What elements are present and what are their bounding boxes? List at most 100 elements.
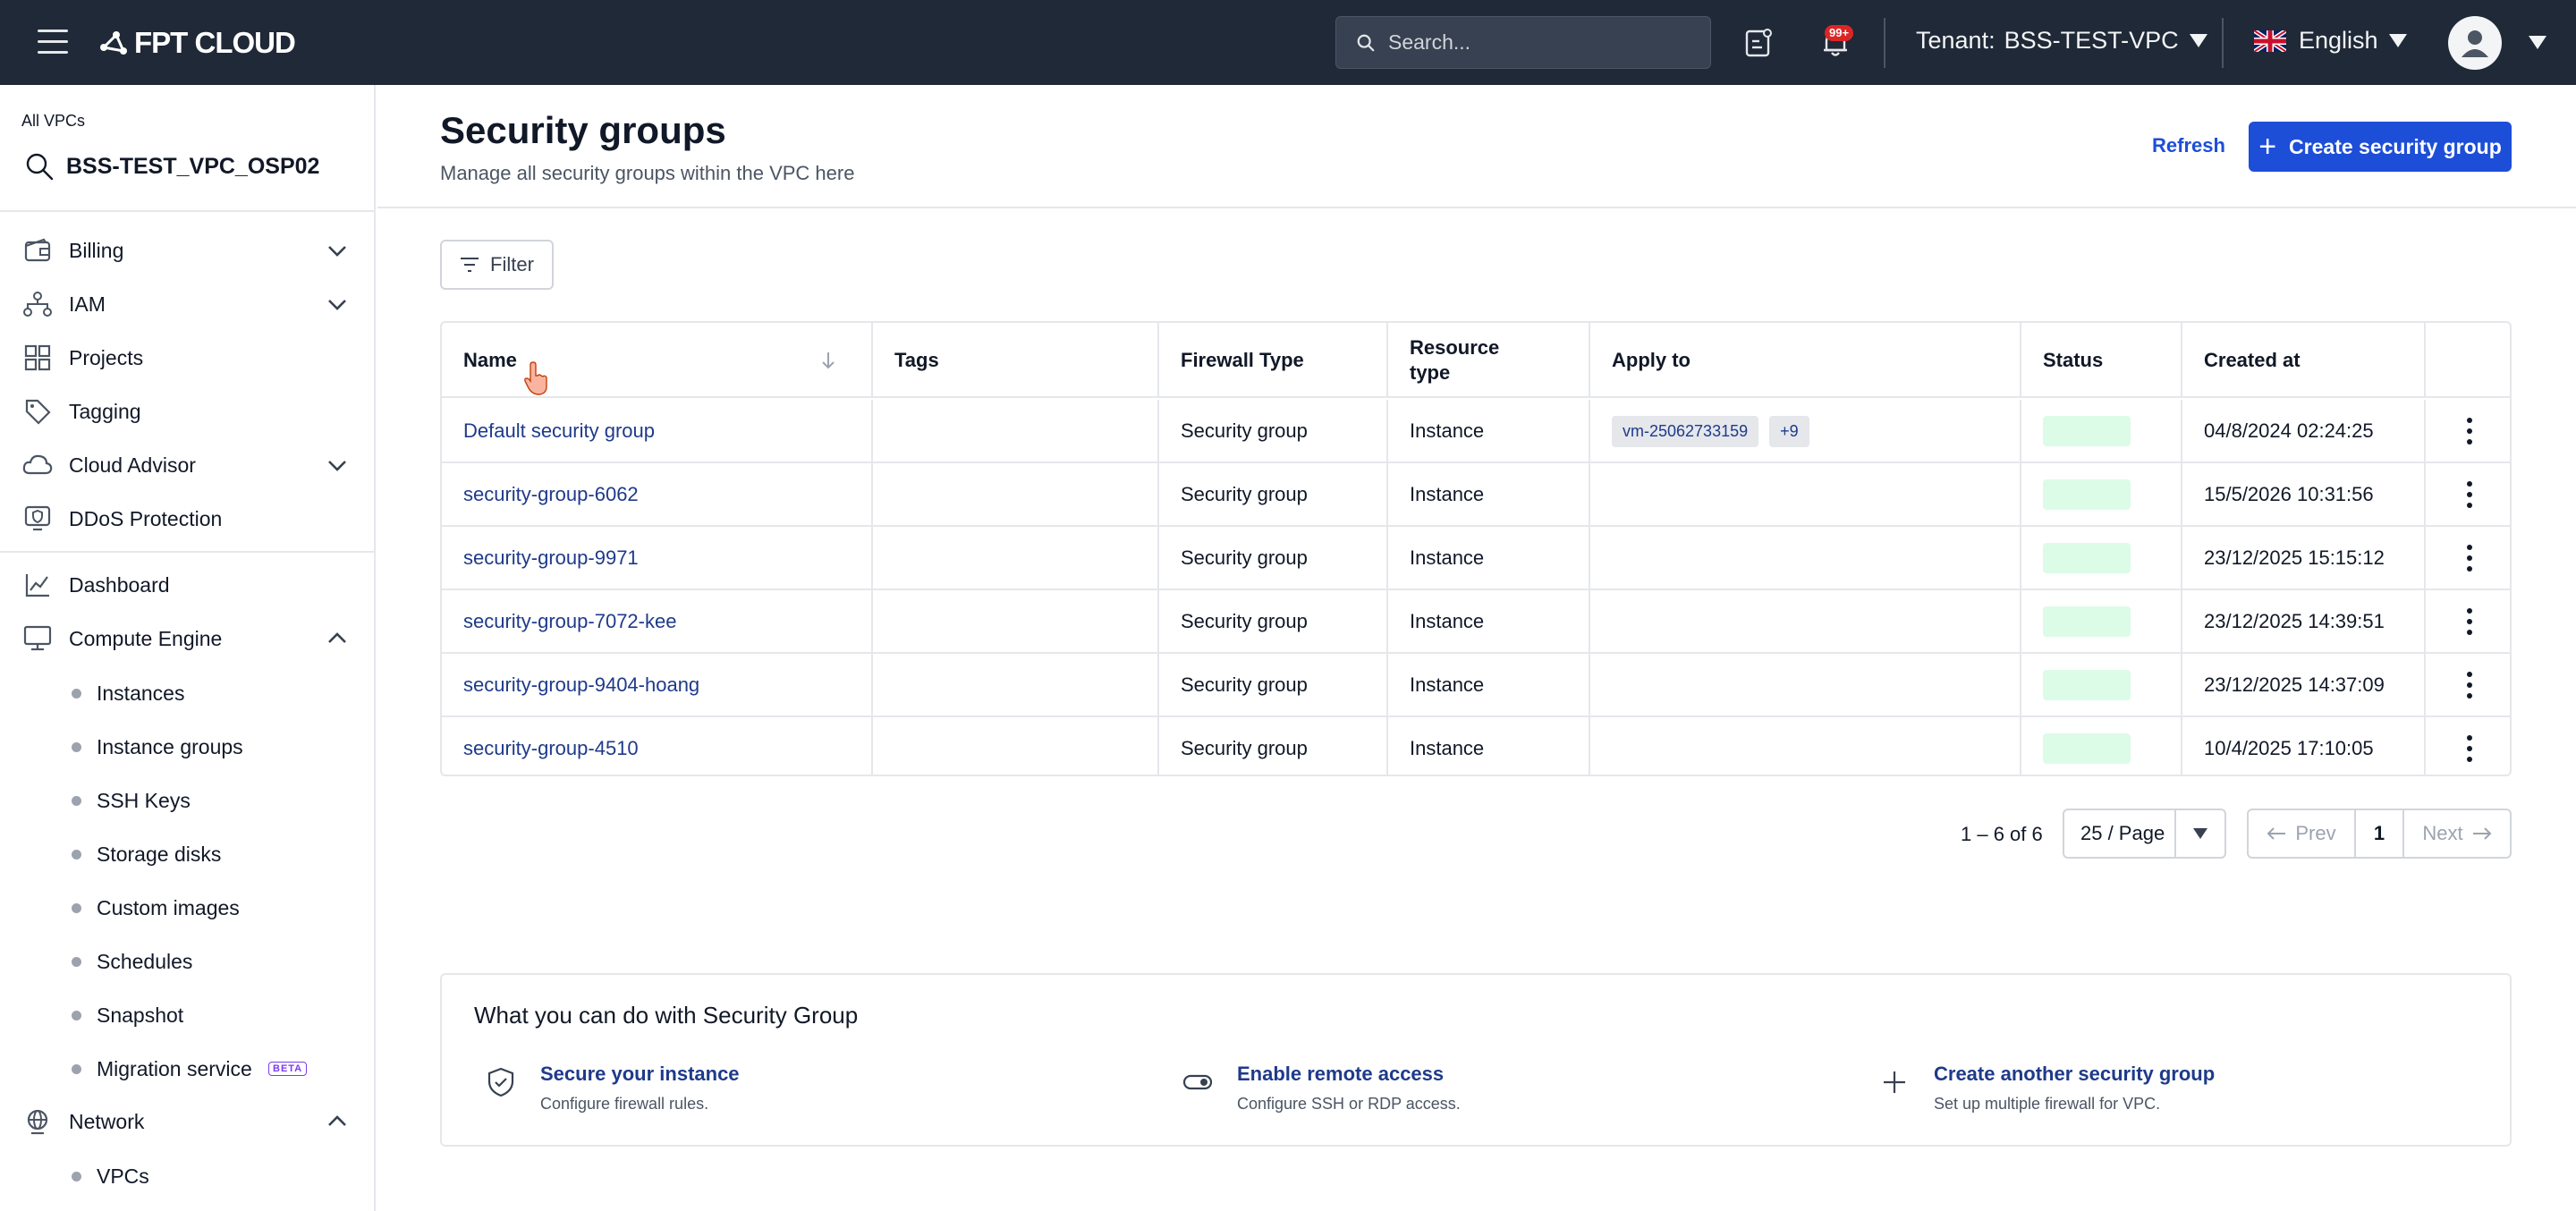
- cell-firewall-type: Security group: [1159, 654, 1388, 716]
- help-item-title[interactable]: Enable remote access: [1237, 1063, 1461, 1086]
- sidebar-subitem-schedules[interactable]: Schedules: [0, 936, 376, 987]
- sidebar-item-dashboard[interactable]: Dashboard: [0, 558, 376, 612]
- help-item-title[interactable]: Secure your instance: [540, 1063, 740, 1086]
- hamburger-menu-icon[interactable]: [38, 30, 68, 55]
- clipboard-icon[interactable]: [1742, 27, 1775, 59]
- bullet-icon: [72, 1063, 81, 1074]
- security-group-link[interactable]: Default security group: [463, 419, 655, 443]
- sidebar-subitem-custom-images[interactable]: Custom images: [0, 883, 376, 933]
- user-avatar[interactable]: [2448, 16, 2502, 70]
- more-actions-icon[interactable]: [2458, 418, 2481, 445]
- refresh-button[interactable]: Refresh: [2152, 134, 2225, 157]
- column-header-name[interactable]: Name: [442, 323, 873, 398]
- sidebar-item-projects[interactable]: Projects: [0, 331, 376, 385]
- shield-monitor-icon: [21, 503, 54, 535]
- vpc-selector[interactable]: BSS-TEST_VPC_OSP02: [23, 150, 374, 182]
- help-item-title[interactable]: Create another security group: [1934, 1063, 2215, 1086]
- more-actions-icon[interactable]: [2458, 481, 2481, 508]
- sidebar-item-billing[interactable]: Billing: [0, 224, 376, 277]
- sidebar-item-cloud-advisor[interactable]: Cloud Advisor: [0, 438, 376, 492]
- more-actions-icon[interactable]: [2458, 735, 2481, 762]
- next-page-button[interactable]: Next: [2404, 810, 2510, 857]
- prev-label: Prev: [2295, 822, 2336, 844]
- all-vpcs-link[interactable]: All VPCs: [21, 112, 374, 131]
- sidebar-subitem-storage-disks[interactable]: Storage disks: [0, 829, 376, 879]
- table-row[interactable]: Default security group Security group Inst…: [442, 400, 2510, 463]
- apply-to-chip[interactable]: vm-25062733159: [1612, 415, 1759, 447]
- created-at-value: 23/12/2025 14:39:51: [2204, 610, 2385, 632]
- bullet-icon: [72, 849, 81, 860]
- cell-name: security-group-7072-kee: [442, 590, 873, 653]
- create-button-label: Create security group: [2289, 134, 2502, 158]
- status-badge: [2043, 416, 2131, 446]
- fpt-cloud-logo[interactable]: FPT CLOUD: [95, 25, 296, 61]
- sidebar-subitem-label: Snapshot: [97, 1003, 184, 1027]
- security-group-link[interactable]: security-group-7072-kee: [463, 610, 676, 633]
- page-size-select[interactable]: 25 / Page: [2063, 809, 2226, 859]
- cell-status: [2021, 463, 2182, 526]
- security-group-link[interactable]: security-group-6062: [463, 483, 639, 506]
- cell-created-at: 15/5/2026 10:31:56: [2182, 463, 2426, 526]
- uk-flag-icon: [2254, 30, 2286, 52]
- sidebar-subitem-migration-service[interactable]: Migration service BETA: [0, 1044, 376, 1094]
- security-group-link[interactable]: security-group-4510: [463, 737, 639, 760]
- page-number-button[interactable]: 1: [2356, 810, 2404, 857]
- pagination-nav: Prev 1 Next: [2247, 809, 2512, 859]
- table-row[interactable]: security-group-9404-hoang Security group I…: [442, 654, 2510, 717]
- table-row[interactable]: security-group-7072-kee Security group Ins…: [442, 590, 2510, 654]
- chevron-down-icon: [328, 461, 346, 471]
- divider: [0, 551, 376, 553]
- security-groups-table: Name Tags Firewall Type Resource type Ap…: [440, 321, 2512, 776]
- apply-to-more-chip[interactable]: +9: [1769, 415, 1809, 447]
- help-item-remote-access[interactable]: Enable remote access Configure SSH or RD…: [1182, 1063, 1461, 1114]
- language-selector[interactable]: English: [2254, 27, 2407, 55]
- cell-tags: [873, 463, 1159, 526]
- more-actions-icon[interactable]: [2458, 608, 2481, 635]
- create-security-group-button[interactable]: + Create security group: [2249, 122, 2512, 172]
- help-item-create-another[interactable]: Create another security group Set up mul…: [1878, 1063, 2215, 1114]
- security-group-link[interactable]: security-group-9971: [463, 546, 639, 570]
- more-actions-icon[interactable]: [2458, 545, 2481, 572]
- sidebar-subitem-instance-groups[interactable]: Instance groups: [0, 722, 376, 772]
- help-item-desc: Configure SSH or RDP access.: [1237, 1095, 1461, 1113]
- sidebar-subitem-vpcs[interactable]: VPCs: [0, 1151, 376, 1201]
- header-label: Name: [463, 349, 517, 371]
- sort-arrow-down-icon[interactable]: [819, 351, 837, 370]
- security-group-link[interactable]: security-group-9404-hoang: [463, 673, 699, 697]
- sidebar-subitem-snapshot[interactable]: Snapshot: [0, 990, 376, 1040]
- sidebar-subitem-ssh-keys[interactable]: SSH Keys: [0, 775, 376, 826]
- cell-name: Default security group: [442, 400, 873, 462]
- sidebar-subitem-instances[interactable]: Instances: [0, 668, 376, 718]
- fpt-logo-icon: [100, 31, 127, 55]
- user-icon: [2462, 30, 2488, 57]
- avatar-caret-icon[interactable]: [2529, 36, 2546, 49]
- created-at-value: 10/4/2025 17:10:05: [2204, 737, 2374, 759]
- cell-tags: [873, 590, 1159, 653]
- help-item-desc: Configure firewall rules.: [540, 1095, 709, 1113]
- sidebar-item-ddos-protection[interactable]: DDoS Protection: [0, 492, 376, 546]
- table-row[interactable]: security-group-9971 Security group Instanc…: [442, 527, 2510, 590]
- sidebar-item-tagging[interactable]: Tagging: [0, 385, 376, 438]
- search-input[interactable]: [1388, 30, 1692, 55]
- cell-actions: [2426, 527, 2510, 589]
- tenant-selector[interactable]: Tenant: BSS-TEST-VPC: [1916, 27, 2207, 55]
- cell-created-at: 10/4/2025 17:10:05: [2182, 717, 2426, 775]
- table-row[interactable]: security-group-4510 Security group Instanc…: [442, 717, 2510, 775]
- column-header-created-at: Created at: [2182, 323, 2426, 398]
- help-item-secure-instance[interactable]: Secure your instance Configure firewall …: [485, 1063, 740, 1114]
- sidebar-item-network[interactable]: Network: [0, 1095, 376, 1148]
- sidebar-subitem-label: Migration service: [97, 1056, 252, 1080]
- global-search[interactable]: [1335, 16, 1711, 69]
- page-size-value: 25 / Page: [2064, 810, 2176, 857]
- more-actions-icon[interactable]: [2458, 672, 2481, 699]
- bullet-icon: [72, 741, 81, 752]
- table-row[interactable]: security-group-6062 Security group Instanc…: [442, 463, 2510, 527]
- language-label: English: [2299, 27, 2378, 54]
- sidebar-item-iam[interactable]: IAM: [0, 277, 376, 331]
- header-label: Tags: [894, 349, 939, 371]
- cell-created-at: 04/8/2024 02:24:25: [2182, 400, 2426, 462]
- prev-page-button[interactable]: Prev: [2249, 810, 2356, 857]
- sidebar-item-compute-engine[interactable]: Compute Engine: [0, 612, 376, 665]
- filter-button[interactable]: Filter: [440, 240, 554, 290]
- status-badge: [2043, 733, 2131, 764]
